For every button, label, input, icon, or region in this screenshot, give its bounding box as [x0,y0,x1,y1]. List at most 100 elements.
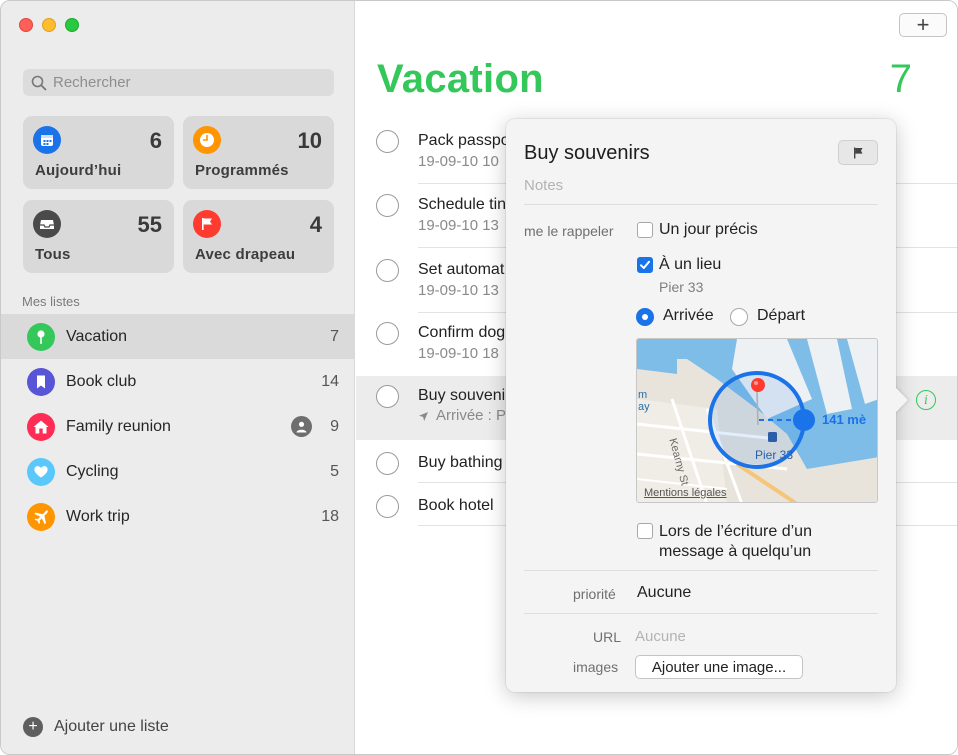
flag-icon [193,210,221,238]
zoom-window-button[interactable] [65,18,79,32]
geofence-distance: 141 mè [822,412,867,427]
complete-checkbox[interactable] [376,385,399,408]
smart-list-count: 55 [137,212,162,237]
smart-list-count: 4 [309,212,322,237]
page-title: Vacation [377,57,544,101]
bookmark-icon [27,367,55,396]
smart-list-today[interactable]: 6 Aujourd’hui [23,116,174,189]
reminder-location: Arrivée : P [436,407,507,424]
remind-me-label: me le rappeler [524,223,614,239]
heart-icon [27,457,55,486]
notes-field[interactable]: Notes [524,177,563,194]
on-a-day-label: Un jour précis [659,221,758,238]
add-image-button[interactable]: Ajouter une image... [635,655,803,679]
close-window-button[interactable] [19,18,33,32]
complete-checkbox[interactable] [376,452,399,475]
complete-checkbox[interactable] [376,194,399,217]
priority-label: priorité [573,586,616,602]
complete-checkbox[interactable] [376,322,399,345]
popover-arrow [894,386,908,414]
departure-radio[interactable] [730,308,748,326]
at-location-checkbox[interactable] [637,257,653,273]
list-count: 14 [321,372,339,390]
smart-list-flagged[interactable]: 4 Avec drapeau [183,200,334,273]
list-count: 7 [330,327,339,345]
complete-checkbox[interactable] [376,130,399,153]
url-field[interactable]: Aucune [635,628,686,645]
list-count: 9 [330,417,339,435]
reminders-window: Rechercher 6 Aujourd’hui 10 Programmés 5… [0,0,958,755]
list-label: Book club [66,372,137,390]
reminder-date: 19-09-10 10 [418,153,499,170]
divider [524,613,878,614]
search-field[interactable]: Rechercher [23,69,334,96]
reminder-title: Buy souveni [418,387,506,404]
sidebar: Rechercher 6 Aujourd’hui 10 Programmés 5… [1,1,355,754]
map-pier-label: Pier 33 [755,448,794,462]
add-list-label: Ajouter une liste [54,718,169,735]
when-messaging-checkbox[interactable] [637,523,653,539]
smart-list-count: 10 [297,128,322,153]
at-location-label: À un lieu [659,256,722,273]
location-name[interactable]: Pier 33 [659,279,703,295]
list-count: 18 [321,507,339,525]
airplane-icon [27,502,55,531]
sidebar-item-cycling[interactable]: Cycling 5 [1,449,354,494]
window-controls [19,18,79,32]
reminder-title: Buy bathing [418,454,503,471]
reminder-date: 19-09-10 18 [418,345,499,362]
priority-select[interactable]: Aucune [637,584,691,602]
arrival-radio[interactable] [636,308,654,326]
my-lists: Vacation 7 Book club 14 Family reunion 9 [1,314,354,539]
pin-icon [27,322,55,351]
list-label: Vacation [66,327,128,345]
list-label: Work trip [66,507,130,525]
reminder-date: 19-09-10 13 [418,282,499,299]
smart-list-scheduled[interactable]: 10 Programmés [183,116,334,189]
location-arrow-icon [418,409,429,426]
flag-icon [854,147,863,158]
reminder-title: Book hotel [418,497,494,514]
sidebar-item-work-trip[interactable]: Work trip 18 [1,494,354,539]
calendar-icon [33,126,61,154]
house-icon [27,412,55,441]
tray-icon [33,210,61,238]
reminder-date: 19-09-10 13 [418,217,499,234]
reminder-title: Confirm dog [418,324,506,341]
url-label: URL [593,629,622,645]
list-label: Family reunion [66,417,171,435]
list-label: Cycling [66,462,119,480]
sidebar-item-book-club[interactable]: Book club 14 [1,359,354,404]
legal-mentions-link[interactable]: Mentions légales [644,487,727,499]
complete-checkbox[interactable] [376,495,399,518]
arrival-label: Arrivée [663,307,714,324]
reminder-detail-popover: Buy souvenirs Notes me le rappeler Un jo… [506,119,908,692]
smart-list-all[interactable]: 55 Tous [23,200,174,273]
smart-list-label: Aujourd’hui [35,162,122,179]
sidebar-item-vacation[interactable]: Vacation 7 [1,314,354,359]
popover-title[interactable]: Buy souvenirs [524,142,650,165]
checkmark-icon [640,260,650,269]
clock-icon [193,126,221,154]
reminder-title: Pack passpo [418,132,510,149]
add-reminder-button[interactable]: + [899,13,947,37]
location-map[interactable]: m ay Kearny St Pier 33 141 mè Mentions l… [636,338,878,503]
reminder-title: Set automat [418,261,505,278]
search-placeholder: Rechercher [53,74,131,91]
reminder-title: Schedule tin [418,196,507,213]
info-icon[interactable]: i [916,390,936,410]
complete-checkbox[interactable] [376,259,399,282]
add-list-button[interactable]: + Ajouter une liste [23,717,169,737]
map-area-label: m ay [638,389,650,413]
sidebar-item-family-reunion[interactable]: Family reunion 9 [1,404,354,449]
images-label: images [573,659,619,675]
divider [524,204,878,205]
title-count: 7 [889,57,912,101]
smart-list-label: Avec drapeau [195,246,296,263]
minimize-window-button[interactable] [42,18,56,32]
on-a-day-checkbox[interactable] [637,222,653,238]
shared-person-icon [291,416,312,437]
flag-button[interactable] [838,140,878,165]
departure-label: Départ [757,307,806,324]
divider [524,570,878,571]
